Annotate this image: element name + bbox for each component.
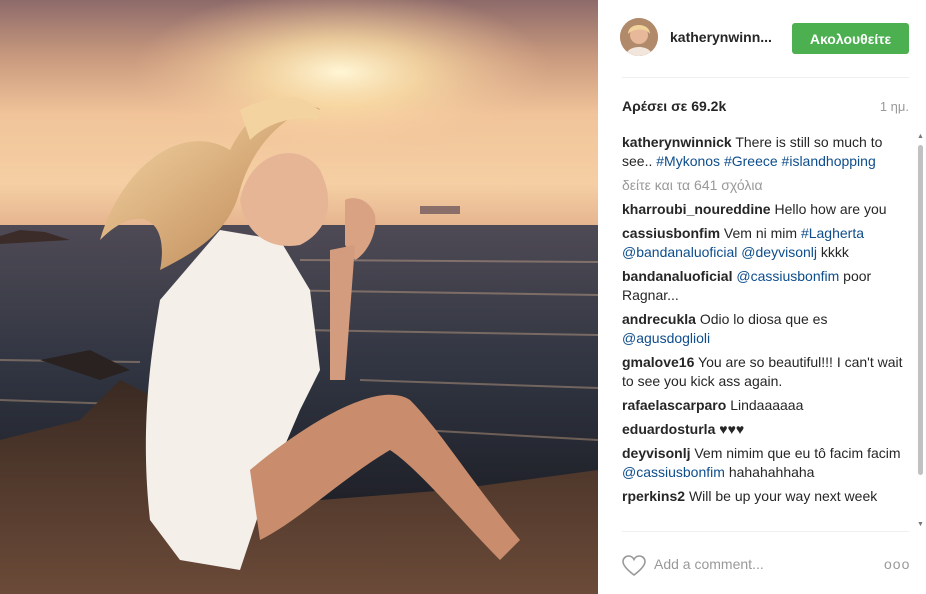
comment: deyvisonlj Vem nimim que eu tô facim fac… [622,444,907,482]
comment-text: kkkk [820,244,849,260]
comment-text: Vem ni mim [723,225,798,241]
post-time[interactable]: 1 ημ. [880,99,909,114]
comment-text: Hello how are you [774,201,887,217]
comment-username[interactable]: cassiusbonfim [622,225,720,241]
comment-bar: ooo [598,532,926,594]
mention-link[interactable]: @deyvisonlj [741,244,817,260]
view-all-comments-link[interactable]: δείτε και τα 641 σχόλια [622,176,907,195]
comment: gmalove16 You are so beautiful!!! I can'… [622,353,907,391]
comment-username[interactable]: gmalove16 [622,354,694,370]
mention-link[interactable]: @bandanaluoficial [622,244,737,260]
mention-link[interactable]: @cassiusbonfim [736,268,839,284]
comment-username[interactable]: andrecukla [622,311,696,327]
scroll-up-arrow-icon[interactable]: ▲ [917,133,924,141]
comment-username[interactable]: rafaelascarparo [622,397,726,413]
comment: eduardosturla ♥♥♥ [622,420,907,439]
add-comment-input[interactable] [654,556,854,572]
comment: rafaelascarparo Lindaaaaaa [622,396,907,415]
mention-link[interactable]: @cassiusbonfim [622,464,725,480]
post-photo[interactable] [0,0,598,594]
more-options-icon[interactable]: ooo [884,556,910,572]
divider [622,77,909,78]
comment-username[interactable]: katherynwinnick [622,134,732,150]
mention-link[interactable]: @agusdoglioli [622,330,710,346]
comment-text: ♥♥♥ [719,421,745,437]
following-button[interactable]: Ακολουθείτε [792,23,909,54]
post-side-panel: katherynwinn... Ακολουθείτε Αρέσει σε 69… [598,0,926,594]
avatar[interactable] [620,18,658,56]
comment-text: Will be up your way next week [688,488,878,504]
comment: rperkins2 Will be up your way next week [622,487,907,506]
comment-username[interactable]: deyvisonlj [622,445,690,461]
comment: bandanaluoficial @cassiusbonfim poor Rag… [622,267,907,305]
hashtag-link[interactable]: #islandhopping [782,153,876,169]
likes-count[interactable]: Αρέσει σε 69.2k [622,98,726,114]
caption: katherynwinnick There is still so much t… [622,133,907,171]
comment: andrecukla Odio lo diosa que es @agusdog… [622,310,907,348]
comment: kharroubi_noureddine Hello how are you [622,200,907,219]
comment-username[interactable]: rperkins2 [622,488,685,504]
comments-list[interactable]: katherynwinnick There is still so much t… [622,133,907,531]
comment: cassiusbonfim Vem ni mim #Lagherta @band… [622,224,907,262]
comment-username[interactable]: kharroubi_noureddine [622,201,771,217]
comment-username[interactable]: bandanaluoficial [622,268,732,284]
heart-icon[interactable] [622,555,646,582]
scrollbar-thumb[interactable] [918,145,923,475]
comment-text: Vem nimim que eu tô facim facim [694,445,901,461]
comments-scrollbar[interactable]: ▲ ▼ [916,133,924,531]
comment-text: Odio lo diosa que es [699,311,828,327]
photo-image [0,0,598,594]
comment-username[interactable]: eduardosturla [622,421,715,437]
username-link[interactable]: katherynwinn... [670,29,772,45]
scroll-down-arrow-icon[interactable]: ▼ [917,521,924,529]
comment-text: Lindaaaaaa [730,397,804,413]
hashtag-link[interactable]: #Lagherta [801,225,864,241]
avatar-image [620,18,658,56]
comment-text: hahahahhaha [728,464,815,480]
post-header: katherynwinn... Ακολουθείτε [598,0,926,77]
hashtag-link[interactable]: #Mykonos [656,153,720,169]
hashtag-link[interactable]: #Greece [724,153,778,169]
